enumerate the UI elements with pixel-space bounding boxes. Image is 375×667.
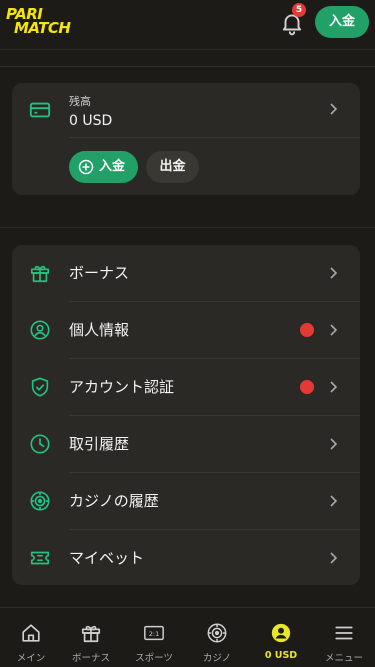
tab-main[interactable]: メイン xyxy=(0,608,62,667)
menu-item-label: 個人情報 xyxy=(69,321,130,339)
hamburger-icon xyxy=(335,626,353,640)
menu-item-label: アカウント認証 xyxy=(69,378,175,396)
home-icon xyxy=(22,624,40,642)
gift-icon xyxy=(81,625,101,643)
user-circle-icon xyxy=(30,320,50,340)
alert-dot xyxy=(300,323,314,337)
notification-badge: 5 xyxy=(292,3,306,17)
tab-casino[interactable]: カジノ xyxy=(186,608,248,667)
menu-item-my-bets[interactable]: マイベット xyxy=(12,530,360,587)
top-bar: PARI MATCH 5 入金 xyxy=(0,0,375,50)
scoreboard-icon: 2:1 xyxy=(144,625,164,641)
menu-item-bonus[interactable]: ボーナス xyxy=(12,245,360,302)
plus-circle-icon xyxy=(78,159,94,175)
chevron-right-icon xyxy=(330,552,338,564)
tab-label: スポーツ xyxy=(135,653,173,664)
chevron-right-icon xyxy=(330,495,338,507)
account-menu: ボーナス 個人情報 アカウント認証 取引履歴 カジノの履歴 マイベット xyxy=(12,245,360,585)
roulette-icon xyxy=(207,623,227,643)
ticket-icon xyxy=(30,551,50,565)
chevron-right-icon[interactable] xyxy=(328,103,338,115)
bottom-tab-bar: メイン ボーナス 2:1 スポーツ カジノ 0 USD メニュー xyxy=(0,607,375,667)
tab-label: 0 USD xyxy=(264,650,298,661)
chevron-right-icon xyxy=(330,381,338,393)
balance-card: 残高 0 USD 入金 出金 xyxy=(12,83,360,195)
balance-label: 残高 xyxy=(69,95,91,108)
wallet-card-icon xyxy=(29,102,51,118)
svg-text:2:1: 2:1 xyxy=(149,630,159,638)
tab-bonus[interactable]: ボーナス xyxy=(60,608,122,667)
parimatch-logo[interactable]: PARI MATCH xyxy=(6,7,98,39)
clock-icon xyxy=(30,434,50,454)
tab-label: カジノ xyxy=(202,653,232,664)
chevron-right-icon xyxy=(330,267,338,279)
tab-label: メニュー xyxy=(324,653,363,664)
tab-label: メイン xyxy=(16,653,46,664)
menu-item-label: 取引履歴 xyxy=(69,435,130,453)
shield-check-icon xyxy=(31,377,49,397)
deposit-button[interactable]: 入金 xyxy=(69,151,138,183)
tab-account[interactable]: 0 USD xyxy=(250,608,312,667)
logo-line-2: MATCH xyxy=(14,19,71,37)
alert-dot xyxy=(300,380,314,394)
withdraw-button[interactable]: 出金 xyxy=(146,151,199,183)
divider xyxy=(69,137,360,138)
menu-item-label: カジノの履歴 xyxy=(69,492,159,510)
tab-menu[interactable]: メニュー xyxy=(313,608,375,667)
menu-item-label: マイベット xyxy=(69,549,145,567)
account-icon xyxy=(271,623,291,643)
chevron-right-icon xyxy=(330,324,338,336)
balance-value: 0 USD xyxy=(69,113,113,129)
tab-label: ボーナス xyxy=(71,653,110,664)
divider xyxy=(0,227,375,228)
tab-sports[interactable]: 2:1 スポーツ xyxy=(123,608,185,667)
casino-chip-icon xyxy=(30,491,50,511)
menu-item-transaction-history[interactable]: 取引履歴 xyxy=(12,416,360,473)
deposit-button-label: 入金 xyxy=(99,159,126,174)
chevron-right-icon xyxy=(330,438,338,450)
divider xyxy=(0,66,375,67)
gift-icon xyxy=(30,265,50,283)
menu-item-label: ボーナス xyxy=(69,264,130,282)
menu-item-personal-info[interactable]: 個人情報 xyxy=(12,302,360,359)
menu-item-casino-history[interactable]: カジノの履歴 xyxy=(12,473,360,530)
menu-item-account-verification[interactable]: アカウント認証 xyxy=(12,359,360,416)
header-deposit-button[interactable]: 入金 xyxy=(315,6,369,38)
